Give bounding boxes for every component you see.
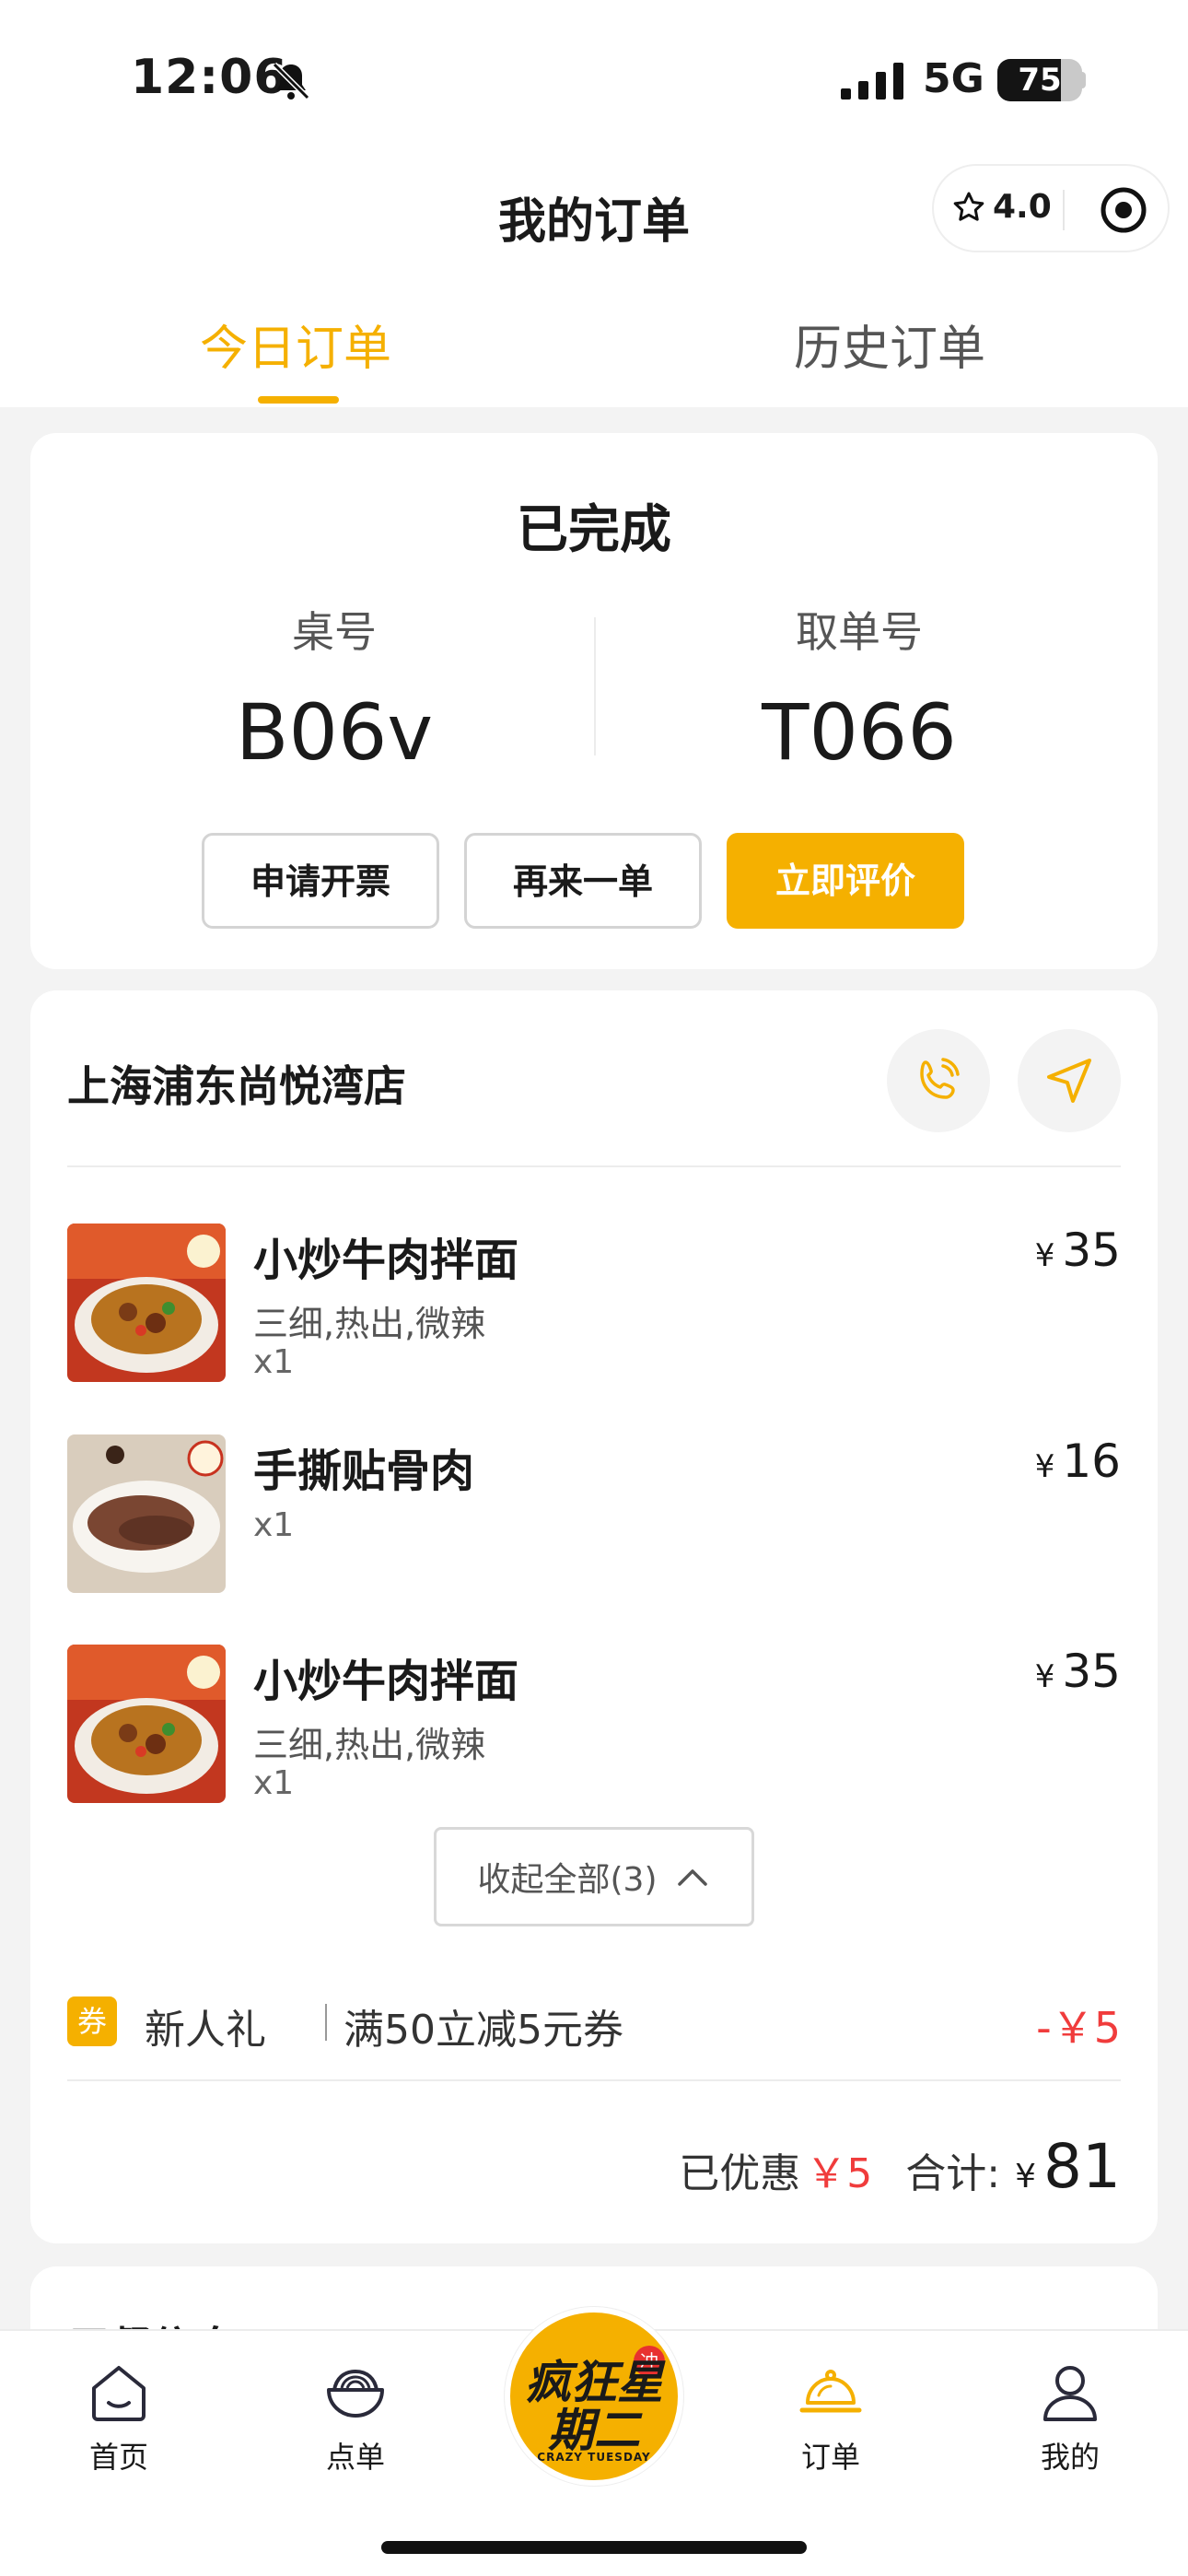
total-currency: ¥ <box>1015 2158 1037 2195</box>
noodle-bowl-icon <box>327 2369 384 2418</box>
item-price-value: 35 <box>1062 1645 1121 1698</box>
item-name: 手撕贴骨肉 <box>253 1446 475 1497</box>
home-icon <box>92 2366 146 2421</box>
rating-text: 4.0 <box>993 188 1052 226</box>
status-bar: 12:06 5G 75 <box>0 0 1188 157</box>
tabbar-profile[interactable]: 我的 <box>996 2359 1144 2476</box>
currency-symbol: ¥ <box>1034 1237 1055 1274</box>
list-item: 手撕贴骨肉 x1 ¥16 <box>67 1434 1121 1600</box>
coupon-separator <box>325 2004 327 2041</box>
network-label: 5G <box>923 55 984 102</box>
tabbar-orders[interactable]: 订单 <box>757 2359 904 2476</box>
order-details-card: 上海浦东尚悦湾店 小炒牛肉拌面 三细,热出,微辣 x1 ¥ 35 手撕贴骨肉 x… <box>30 990 1158 2243</box>
store-name: 上海浦东尚悦湾店 <box>67 1061 406 1111</box>
order-tabs: 今日订单 历史订单 <box>0 276 1188 407</box>
phone-icon <box>920 1058 960 1099</box>
list-item: 小炒牛肉拌面 三细,热出,微辣 x1 ¥35 <box>67 1645 1121 1810</box>
item-thumbnail <box>67 1434 226 1593</box>
crazy-tuesday-logo[interactable]: 冲 疯狂星期二 CRAZY TUESDAY <box>505 2307 683 2486</box>
target-icon[interactable] <box>1100 186 1147 234</box>
item-price: ¥35 <box>1035 1645 1121 1698</box>
collapse-all-button[interactable]: 收起全部(3) <box>434 1827 754 1926</box>
item-name: 小炒牛肉拌面 <box>253 1656 519 1707</box>
order-status-card: 已完成 桌号 B06v 取单号 T066 申请开票 再来一单 立即评价 <box>30 433 1158 969</box>
tabbar-menu[interactable]: 点单 <box>282 2359 429 2476</box>
status-time: 12:06 <box>131 50 288 105</box>
table-number-block: 桌号 B06v <box>76 599 592 778</box>
battery-text: 75 <box>1018 62 1062 99</box>
info-divider <box>594 617 596 755</box>
item-qty: x1 <box>253 1343 295 1381</box>
coupon-badge: 券 <box>67 1996 117 2046</box>
cloche-icon <box>799 2370 862 2413</box>
item-price-value: 16 <box>1062 1434 1121 1488</box>
coupon-amount: -￥5 <box>1036 2003 1121 2053</box>
tab-today[interactable]: 今日订单 <box>157 310 434 379</box>
pickup-value: T066 <box>762 687 957 778</box>
coupon-desc: 满50立减5元券 <box>344 2007 623 2054</box>
item-qty: x1 <box>253 1506 295 1544</box>
bell-muted-icon <box>272 62 310 100</box>
order-page: 12:06 5G 75 我的订单 4.0 今日订单 历史订单 已完成 桌号 B0… <box>0 0 1188 2576</box>
total-value: 81 <box>1043 2131 1121 2202</box>
nav-header: 我的订单 4.0 <box>0 157 1188 276</box>
pickup-number-block: 取单号 T066 <box>601 599 1117 778</box>
rating-button[interactable]: 4.0 <box>952 188 1052 226</box>
tabbar-label: 点单 <box>325 2440 385 2475</box>
home-indicator <box>381 2541 807 2554</box>
table-value: B06v <box>235 687 434 778</box>
logo-text: 疯狂星期二 <box>510 2359 678 2454</box>
table-label: 桌号 <box>292 607 377 657</box>
capsule-divider <box>1063 190 1065 230</box>
bottom-tab-bar: 首页 点单 冲 疯狂星期二 CRAZY TUESDAY 订单 我的 <box>0 2307 1188 2576</box>
coupon-name: 新人礼 <box>145 2007 266 2054</box>
signal-icon <box>841 63 903 100</box>
coupon-divider <box>67 2079 1121 2081</box>
battery-icon: 75 <box>997 59 1082 101</box>
star-icon <box>953 192 984 221</box>
item-thumbnail <box>67 1224 226 1382</box>
active-tab-indicator <box>258 396 339 404</box>
user-icon <box>1043 2366 1097 2421</box>
item-price-value: 35 <box>1062 1224 1121 1277</box>
invoice-button[interactable]: 申请开票 <box>202 833 439 929</box>
review-button[interactable]: 立即评价 <box>727 833 964 929</box>
tabbar-label: 首页 <box>88 2440 148 2475</box>
item-price: ¥16 <box>1035 1434 1121 1488</box>
discount-value: ￥5 <box>806 2150 873 2197</box>
currency-symbol: ¥ <box>1034 1448 1055 1485</box>
mini-program-capsule: 4.0 <box>932 164 1170 252</box>
tabbar-label: 订单 <box>800 2440 860 2475</box>
logo-subtext: CRAZY TUESDAY <box>537 2451 651 2464</box>
call-store-button[interactable] <box>887 1029 990 1132</box>
total-row: 已优惠 ￥5 合计: ¥ 81 <box>679 2131 1121 2202</box>
logo-text-value: 疯狂星期二 <box>525 2356 663 2457</box>
list-item: 小炒牛肉拌面 三细,热出,微辣 x1 ¥35 <box>67 1224 1121 1389</box>
tabbar-home[interactable]: 首页 <box>45 2359 192 2476</box>
item-price: ¥35 <box>1035 1224 1121 1277</box>
item-thumbnail <box>67 1645 226 1803</box>
navigation-arrow-icon <box>1047 1059 1091 1103</box>
battery-cap <box>1080 72 1086 88</box>
item-name: 小炒牛肉拌面 <box>253 1235 519 1286</box>
item-spec: 三细,热出,微辣 <box>253 1304 486 1344</box>
coupon-row: 券 新人礼 满50立减5元券 -￥5 <box>67 1989 1121 2054</box>
item-qty: x1 <box>253 1764 295 1802</box>
navigate-store-button[interactable] <box>1018 1029 1121 1132</box>
store-divider <box>67 1165 1121 1167</box>
total-label: 合计: <box>905 2150 1001 2197</box>
item-spec: 三细,热出,微辣 <box>253 1725 486 1765</box>
tabbar-label: 我的 <box>1040 2440 1100 2475</box>
pickup-label: 取单号 <box>796 607 923 657</box>
reorder-button[interactable]: 再来一单 <box>464 833 702 929</box>
discount-label: 已优惠 <box>679 2150 801 2197</box>
tab-history[interactable]: 历史订单 <box>751 310 1028 379</box>
currency-symbol: ¥ <box>1034 1658 1055 1695</box>
chevron-up-icon <box>677 1869 707 1886</box>
order-status-title: 已完成 <box>517 500 671 560</box>
collapse-label: 收起全部(3) <box>477 1861 658 1899</box>
